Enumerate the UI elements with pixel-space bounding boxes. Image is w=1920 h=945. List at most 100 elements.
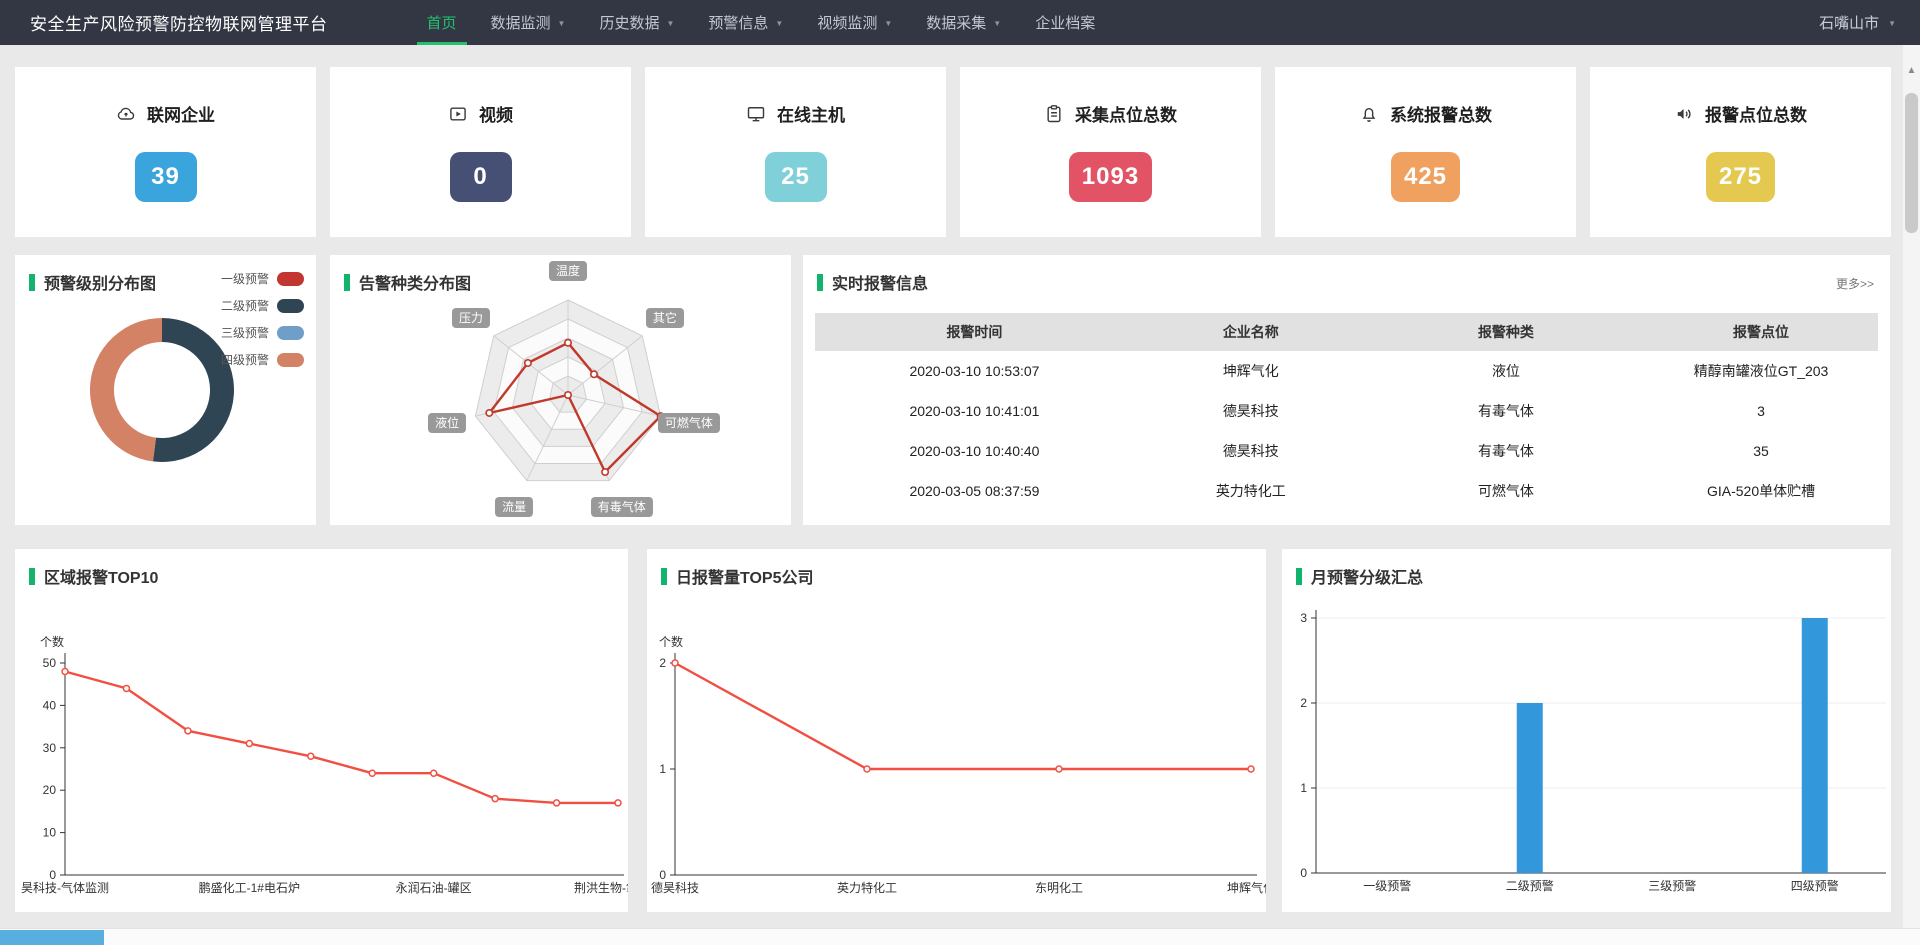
main-menu: 首页数据监测▼历史数据▼预警信息▼视频监测▼数据采集▼ 企业档案 — [410, 0, 1113, 45]
scroll-up-icon[interactable]: ▲ — [1903, 65, 1920, 76]
line-series — [675, 663, 1251, 769]
alarms-table-row: 2020-03-10 10:53:07坤辉气化液位精醇南罐液位GT_203 — [815, 351, 1878, 391]
stat-card-5: 系统报警总数425 — [1275, 67, 1576, 237]
y-tick-label: 20 — [43, 783, 57, 797]
x-tick-label: 二级预警 — [1506, 878, 1554, 893]
stat-card-label: 系统报警总数 — [1390, 101, 1492, 126]
panel-alarm-type-radar: 告警种类分布图 温度其它可燃气体有毒气体流量液位压力 — [330, 255, 791, 525]
line-data-point — [615, 800, 621, 806]
line-series — [65, 672, 618, 803]
y-tick-label: 50 — [43, 656, 57, 670]
line-data-point — [62, 668, 68, 674]
clipboard-icon — [1044, 104, 1064, 124]
legend-label: 二级预警 — [221, 297, 269, 314]
bar — [1517, 703, 1543, 873]
nav-item-1[interactable]: 首页 — [410, 0, 474, 45]
legend-item[interactable]: 一级预警 — [221, 270, 304, 287]
radar-axis-label: 液位 — [428, 413, 466, 433]
legend-item[interactable]: 四级预警 — [221, 351, 304, 368]
nav-item-3[interactable]: 历史数据▼ — [582, 0, 691, 45]
horizontal-scrollbar[interactable] — [0, 928, 1920, 945]
nav-item-6[interactable]: 数据采集▼ — [909, 0, 1018, 45]
alarms-cell: 35 — [1644, 443, 1878, 459]
panel-title-text: 区域报警TOP10 — [44, 564, 158, 588]
stat-card-6: 报警点位总数275 — [1590, 67, 1891, 237]
panel-title-text: 预警级别分布图 — [44, 270, 156, 294]
legend-label: 一级预警 — [221, 270, 269, 287]
alarms-table-row: 2020-03-10 10:41:01德昊科技有毒气体3 — [815, 391, 1878, 431]
monthly-warning-bar-chart: 0123一级预警二级预警三级预警四级预警 — [1282, 549, 1891, 912]
stat-card-label: 联网企业 — [147, 101, 215, 126]
region-selector[interactable]: 石嘴山市 ▼ — [1819, 12, 1896, 33]
legend-item[interactable]: 三级预警 — [221, 324, 304, 341]
title-accent-bar — [29, 568, 35, 585]
radar-data-point — [486, 410, 492, 416]
line-data-point — [123, 685, 129, 691]
line-data-point — [1056, 766, 1062, 772]
nav-item-label: 企业档案 — [1035, 12, 1095, 33]
x-tick-label: 东明化工 — [1035, 881, 1083, 895]
nav-item-4[interactable]: 预警信息▼ — [691, 0, 800, 45]
stat-card-value-badge: 0 — [450, 152, 512, 202]
panel-monthly-warning-summary: 月预警分级汇总 0123一级预警二级预警三级预警四级预警 — [1282, 549, 1891, 912]
alarms-table-row: 2020-03-10 10:40:40德昊科技有毒气体35 — [815, 431, 1878, 471]
stat-card-label: 在线主机 — [777, 101, 845, 126]
stat-card-label: 报警点位总数 — [1705, 101, 1807, 126]
bar — [1802, 618, 1828, 873]
dashboard-root: 安全生产风险预警防控物联网管理平台 首页数据监测▼历史数据▼预警信息▼视频监测▼… — [0, 0, 1920, 945]
line-data-point — [185, 728, 191, 734]
radar-data-point — [525, 360, 531, 366]
radar-axis-label: 温度 — [549, 261, 587, 281]
stat-card-4: 采集点位总数1093 — [960, 67, 1261, 237]
y-tick-label: 1 — [659, 762, 666, 776]
line-data-point — [492, 796, 498, 802]
daily-alarm-top5-line-chart: 012个数德昊科技英力特化工东明化工坤辉气化 — [647, 549, 1266, 912]
stat-card-head: 联网企业 — [15, 101, 316, 126]
donut-slice — [90, 318, 162, 461]
alarms-cell: 2020-03-10 10:41:01 — [815, 403, 1134, 419]
line-data-point — [431, 770, 437, 776]
legend-swatch — [277, 353, 304, 367]
radar-data-point — [565, 340, 571, 346]
stat-card-label: 视频 — [479, 101, 513, 126]
chevron-down-icon: ▼ — [884, 19, 892, 28]
title-accent-bar — [344, 274, 350, 291]
stat-card-value-badge: 25 — [765, 152, 827, 202]
x-tick-label: 荆洪生物-氧化反 — [574, 881, 628, 895]
radar-data-point — [565, 392, 571, 398]
legend-label: 三级预警 — [221, 324, 269, 341]
x-tick-label: 一级预警 — [1363, 878, 1411, 893]
stat-card-2: 视频 0 — [330, 67, 631, 237]
x-tick-label: 三级预警 — [1648, 878, 1696, 893]
vertical-scrollbar-thumb[interactable] — [1905, 93, 1918, 233]
chevron-down-icon: ▼ — [775, 19, 783, 28]
nav-item-7[interactable]: 企业档案 — [1018, 0, 1112, 45]
nav-item-2[interactable]: 数据监测▼ — [474, 0, 583, 45]
legend-item[interactable]: 二级预警 — [221, 297, 304, 314]
top-navbar: 安全生产风险预警防控物联网管理平台 首页数据监测▼历史数据▼预警信息▼视频监测▼… — [0, 0, 1920, 45]
y-axis-unit-label: 个数 — [659, 634, 683, 649]
chevron-down-icon: ▼ — [1888, 19, 1896, 28]
alarms-cell: 可燃气体 — [1368, 481, 1644, 501]
x-tick-label: 四级预警 — [1791, 878, 1839, 893]
title-accent-bar — [817, 274, 823, 291]
radar-axis-label: 压力 — [452, 308, 490, 328]
radar-axis-label: 流量 — [495, 497, 533, 517]
app-title: 安全生产风险预警防控物联网管理平台 — [30, 10, 328, 35]
nav-item-5[interactable]: 视频监测▼ — [800, 0, 909, 45]
stat-card-label: 采集点位总数 — [1075, 101, 1177, 126]
y-tick-label: 0 — [49, 868, 56, 882]
vertical-scrollbar[interactable]: ▲ — [1903, 45, 1920, 928]
panel-title: 日报警量TOP5公司 — [661, 564, 814, 588]
alarms-table: 报警时间企业名称报警种类报警点位2020-03-10 10:53:07坤辉气化液… — [815, 313, 1878, 511]
line-data-point — [246, 741, 252, 747]
alarms-cell: 坤辉气化 — [1134, 361, 1368, 381]
radar-data-point — [591, 371, 597, 377]
more-link[interactable]: 更多>> — [1836, 275, 1874, 292]
horizontal-scrollbar-thumb[interactable] — [0, 930, 104, 945]
alarms-cell: 3 — [1644, 403, 1878, 419]
alarms-cell: 精醇南罐液位GT_203 — [1644, 361, 1878, 381]
legend-swatch — [277, 326, 304, 340]
radar-data-point — [602, 469, 608, 475]
alarms-table-header: 报警时间企业名称报警种类报警点位 — [815, 313, 1878, 351]
